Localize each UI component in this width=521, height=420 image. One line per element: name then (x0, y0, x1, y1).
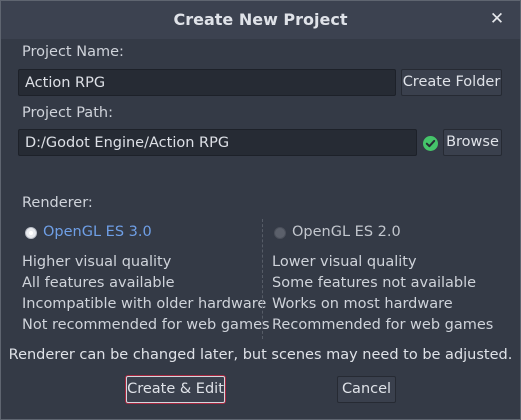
create-folder-button[interactable]: Create Folder (401, 69, 502, 96)
renderer-gles3-radio[interactable] (25, 227, 37, 239)
project-name-label: Project Name: (22, 44, 124, 60)
gles2-feature-item: Some features not available (272, 275, 477, 291)
browse-button[interactable]: Browse (443, 129, 502, 156)
checkmark-circle-icon (423, 136, 438, 151)
gles3-feature-item: All features available (22, 275, 175, 291)
renderer-gles3-label[interactable]: OpenGL ES 3.0 (43, 224, 152, 240)
cancel-button[interactable]: Cancel (337, 376, 396, 403)
gles2-feature-item: Recommended for web games (272, 317, 494, 333)
renderer-gles2-radio[interactable] (274, 227, 286, 239)
gles3-feature-item: Incompatible with older hardware (22, 296, 267, 312)
renderer-label: Renderer: (22, 195, 93, 211)
close-icon[interactable]: ✕ (488, 9, 506, 29)
project-name-input[interactable] (18, 69, 396, 96)
project-path-input[interactable] (18, 129, 417, 156)
gles3-feature-item: Not recommended for web games (22, 317, 270, 333)
renderer-divider (262, 219, 263, 339)
dialog-title-bar[interactable]: Create New Project ✕ (1, 1, 520, 39)
create-project-dialog: Create New Project ✕ Project Name: Creat… (0, 0, 521, 420)
gles2-feature-item: Works on most hardware (272, 296, 453, 312)
create-edit-button[interactable]: Create & Edit (126, 376, 225, 403)
gles2-feature-item: Lower visual quality (272, 254, 417, 270)
project-path-label: Project Path: (22, 105, 113, 121)
renderer-note: Renderer can be changed later, but scene… (8, 347, 513, 363)
dialog-title: Create New Project (173, 10, 348, 29)
renderer-gles2-label[interactable]: OpenGL ES 2.0 (292, 224, 401, 240)
gles3-feature-item: Higher visual quality (22, 254, 172, 270)
